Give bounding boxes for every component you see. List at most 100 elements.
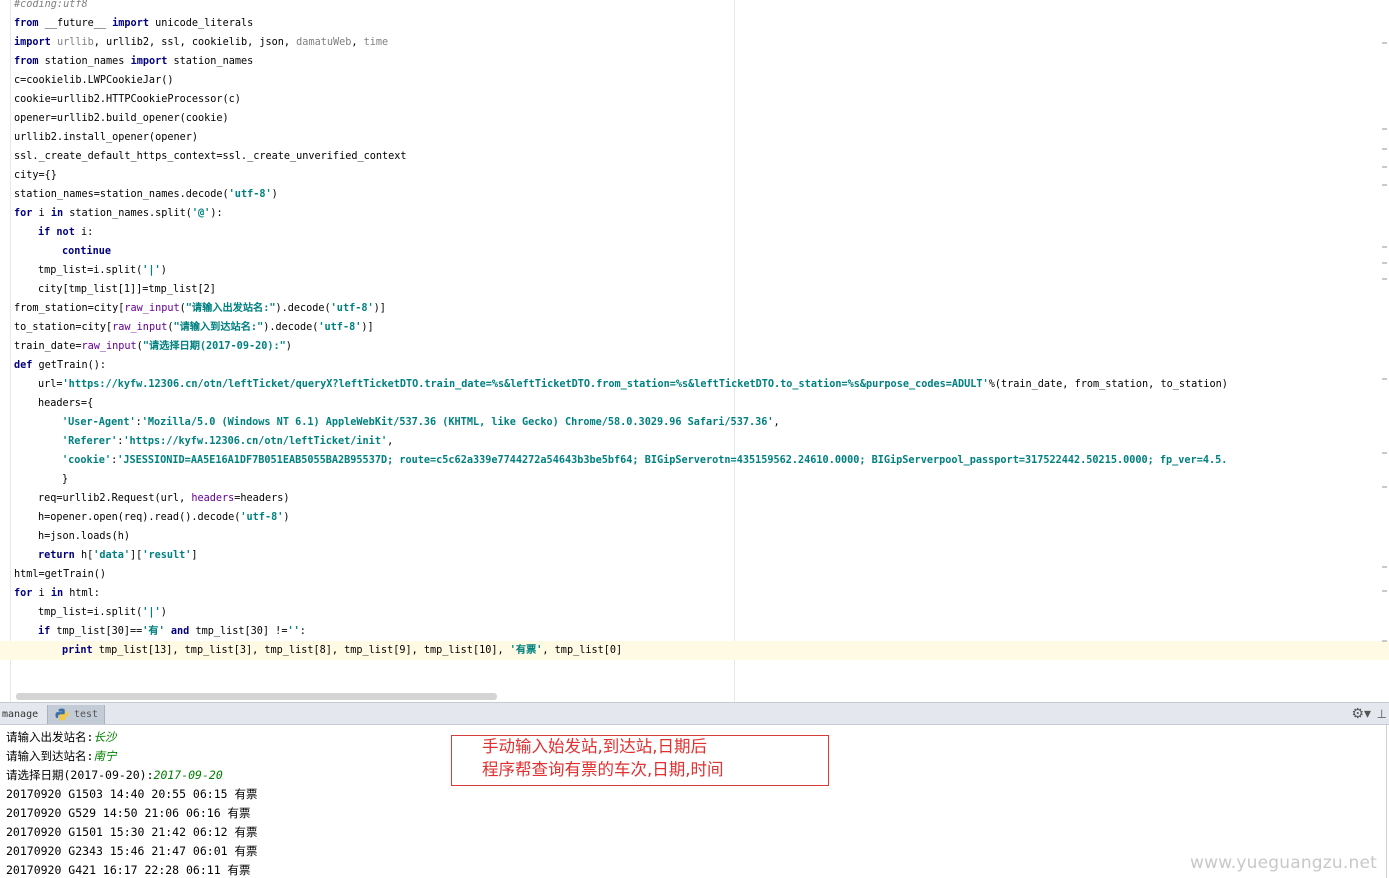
code-line: for i in station_names.split('@'): bbox=[14, 204, 223, 223]
console-text: 20170920 G529 14:50 21:06 06:16 有票 bbox=[6, 806, 251, 820]
code-line: headers={ bbox=[38, 394, 93, 413]
code-token: url= bbox=[38, 379, 63, 390]
code-token: ) bbox=[283, 512, 290, 523]
code-token: not bbox=[56, 227, 75, 238]
code-token: i: bbox=[74, 227, 94, 238]
code-line: city[tmp_list[1]]=tmp_list[2] bbox=[38, 280, 216, 299]
code-line: 'Referer':'https://kyfw.12306.cn/otn/lef… bbox=[62, 432, 393, 451]
code-token: , urllib2, ssl, cookielib, json, bbox=[93, 37, 297, 48]
console-line: 20170920 G1501 15:30 21:42 06:12 有票 bbox=[6, 823, 257, 842]
code-token: '|' bbox=[142, 607, 161, 618]
code-token: tmp_list=i.split( bbox=[38, 607, 143, 618]
code-token: from_station=city[ bbox=[14, 303, 125, 314]
code-token: "请输入出发站名:" bbox=[185, 303, 276, 314]
console-text: 20170920 G2343 15:46 21:47 06:01 有票 bbox=[6, 844, 258, 858]
scroll-marker bbox=[1382, 148, 1387, 150]
code-token: html: bbox=[63, 588, 100, 599]
code-token: import bbox=[130, 56, 168, 67]
code-token: 'utf-8' bbox=[228, 189, 272, 200]
code-token: "请输入到达站名:" bbox=[173, 322, 264, 333]
code-token: ).decode( bbox=[275, 303, 331, 314]
code-token: raw_input bbox=[124, 303, 180, 314]
scroll-marker bbox=[1382, 590, 1387, 592]
code-token: 'data' bbox=[93, 550, 131, 561]
code-token: __future__ bbox=[38, 18, 113, 29]
scroll-marker bbox=[1382, 262, 1387, 264]
code-token: req=urllib2.Request(url, bbox=[38, 493, 192, 504]
console-text: 请选择日期(2017-09-20): bbox=[6, 768, 154, 782]
code-line: from __future__ import unicode_literals bbox=[14, 14, 253, 33]
scroll-marker bbox=[1382, 42, 1387, 44]
code-token: 'JSESSIONID=AA5E16A1DF7B051EAB5055BA2B95… bbox=[117, 455, 1228, 466]
console-line: 请输入到达站名:南宁 bbox=[6, 747, 116, 766]
code-token: , bbox=[387, 436, 394, 447]
code-token: for bbox=[14, 588, 33, 599]
code-line: h=json.loads(h) bbox=[38, 527, 130, 546]
console-user-input: 2017-09-20 bbox=[153, 768, 223, 782]
code-token: '@' bbox=[191, 208, 211, 219]
code-line: html=getTrain() bbox=[14, 565, 106, 584]
code-token: train_date= bbox=[14, 341, 82, 352]
scroll-marker bbox=[1382, 640, 1387, 642]
code-token: i bbox=[32, 588, 51, 599]
console-user-input: 长沙 bbox=[93, 730, 117, 744]
code-line: cookie=urllib2.HTTPCookieProcessor(c) bbox=[14, 90, 241, 109]
console-line: 请选择日期(2017-09-20):2017-09-20 bbox=[6, 766, 223, 785]
code-token: 'Referer' bbox=[62, 436, 118, 447]
code-token: %(train_date, from_station, to_station) bbox=[988, 379, 1228, 390]
code-line: from station_names import station_names bbox=[14, 52, 253, 71]
code-token: damatuWeb bbox=[296, 37, 352, 48]
console-line: 20170920 G2343 15:46 21:47 06:01 有票 bbox=[6, 842, 257, 861]
code-token: def bbox=[14, 360, 33, 371]
watermark: www.yueguangzu.net bbox=[1190, 853, 1377, 873]
code-token: unicode_literals bbox=[148, 18, 254, 29]
scroll-marker bbox=[1382, 566, 1387, 568]
code-line: if not i: bbox=[38, 223, 93, 242]
tab-test[interactable]: test bbox=[47, 705, 105, 724]
scroll-marker bbox=[1382, 278, 1387, 280]
code-token: } bbox=[62, 474, 69, 485]
pin-icon[interactable]: ⊥ bbox=[1377, 706, 1387, 722]
code-token: print bbox=[62, 645, 93, 656]
scroll-marker bbox=[1382, 378, 1387, 380]
scroll-marker bbox=[1382, 128, 1387, 130]
code-token: ): bbox=[210, 208, 223, 219]
code-line: req=urllib2.Request(url, headers=headers… bbox=[38, 489, 289, 508]
code-token: h=opener.open(req).read().decode( bbox=[38, 512, 241, 523]
code-token: h=json.loads(h) bbox=[38, 531, 131, 542]
right-margin-guide bbox=[734, 0, 735, 702]
scroll-marker bbox=[1382, 486, 1387, 488]
code-line: city={} bbox=[14, 166, 57, 185]
code-token: 'Mozilla/5.0 (Windows NT 6.1) AppleWebKi… bbox=[141, 417, 774, 428]
code-token: cookie=urllib2.HTTPCookieProcessor(c) bbox=[14, 94, 241, 105]
python-icon bbox=[55, 708, 69, 721]
code-token: 'https://kyfw.12306.cn/otn/leftTicket/in… bbox=[123, 436, 388, 447]
scroll-marker bbox=[1382, 452, 1387, 454]
code-line: print tmp_list[13], tmp_list[3], tmp_lis… bbox=[0, 641, 1389, 660]
console-text: 20170920 G1501 15:30 21:42 06:12 有票 bbox=[6, 825, 258, 839]
console-scrollbar[interactable] bbox=[1386, 725, 1387, 878]
code-token: import bbox=[14, 37, 51, 48]
code-token: "请选择日期(2017-09-20):" bbox=[142, 341, 286, 352]
horizontal-scrollbar[interactable] bbox=[16, 693, 497, 700]
code-token: if bbox=[38, 626, 51, 637]
code-editor[interactable]: #coding:utf8 from __future__ import unico… bbox=[0, 0, 1389, 702]
code-line: tmp_list=i.split('|') bbox=[38, 261, 167, 280]
code-line: continue bbox=[62, 242, 111, 261]
code-line: 'User-Agent':'Mozilla/5.0 (Windows NT 6.… bbox=[62, 413, 780, 432]
code-line: from_station=city[raw_input("请输入出发站名:").… bbox=[14, 299, 386, 318]
code-token: tmp_list[30] != bbox=[189, 626, 288, 637]
tab-manage[interactable]: manage bbox=[2, 705, 38, 724]
console-line: 20170920 G1503 14:40 20:55 06:15 有票 bbox=[6, 785, 257, 804]
code-token: city={} bbox=[14, 170, 57, 181]
code-token: if bbox=[38, 227, 51, 238]
code-line: station_names=station_names.decode('utf-… bbox=[14, 185, 278, 204]
gear-icon[interactable]: ⚙▾ bbox=[1351, 706, 1371, 722]
code-token: ] bbox=[191, 550, 198, 561]
annotation-line-2: 程序帮查询有票的车次,日期,时间 bbox=[482, 760, 724, 779]
code-line: def getTrain(): bbox=[14, 356, 106, 375]
code-token: to_station=city[ bbox=[14, 322, 113, 333]
code-token: ) bbox=[271, 189, 278, 200]
code-token: 'utf-8' bbox=[240, 512, 284, 523]
code-token: #coding:utf8 bbox=[14, 0, 88, 10]
